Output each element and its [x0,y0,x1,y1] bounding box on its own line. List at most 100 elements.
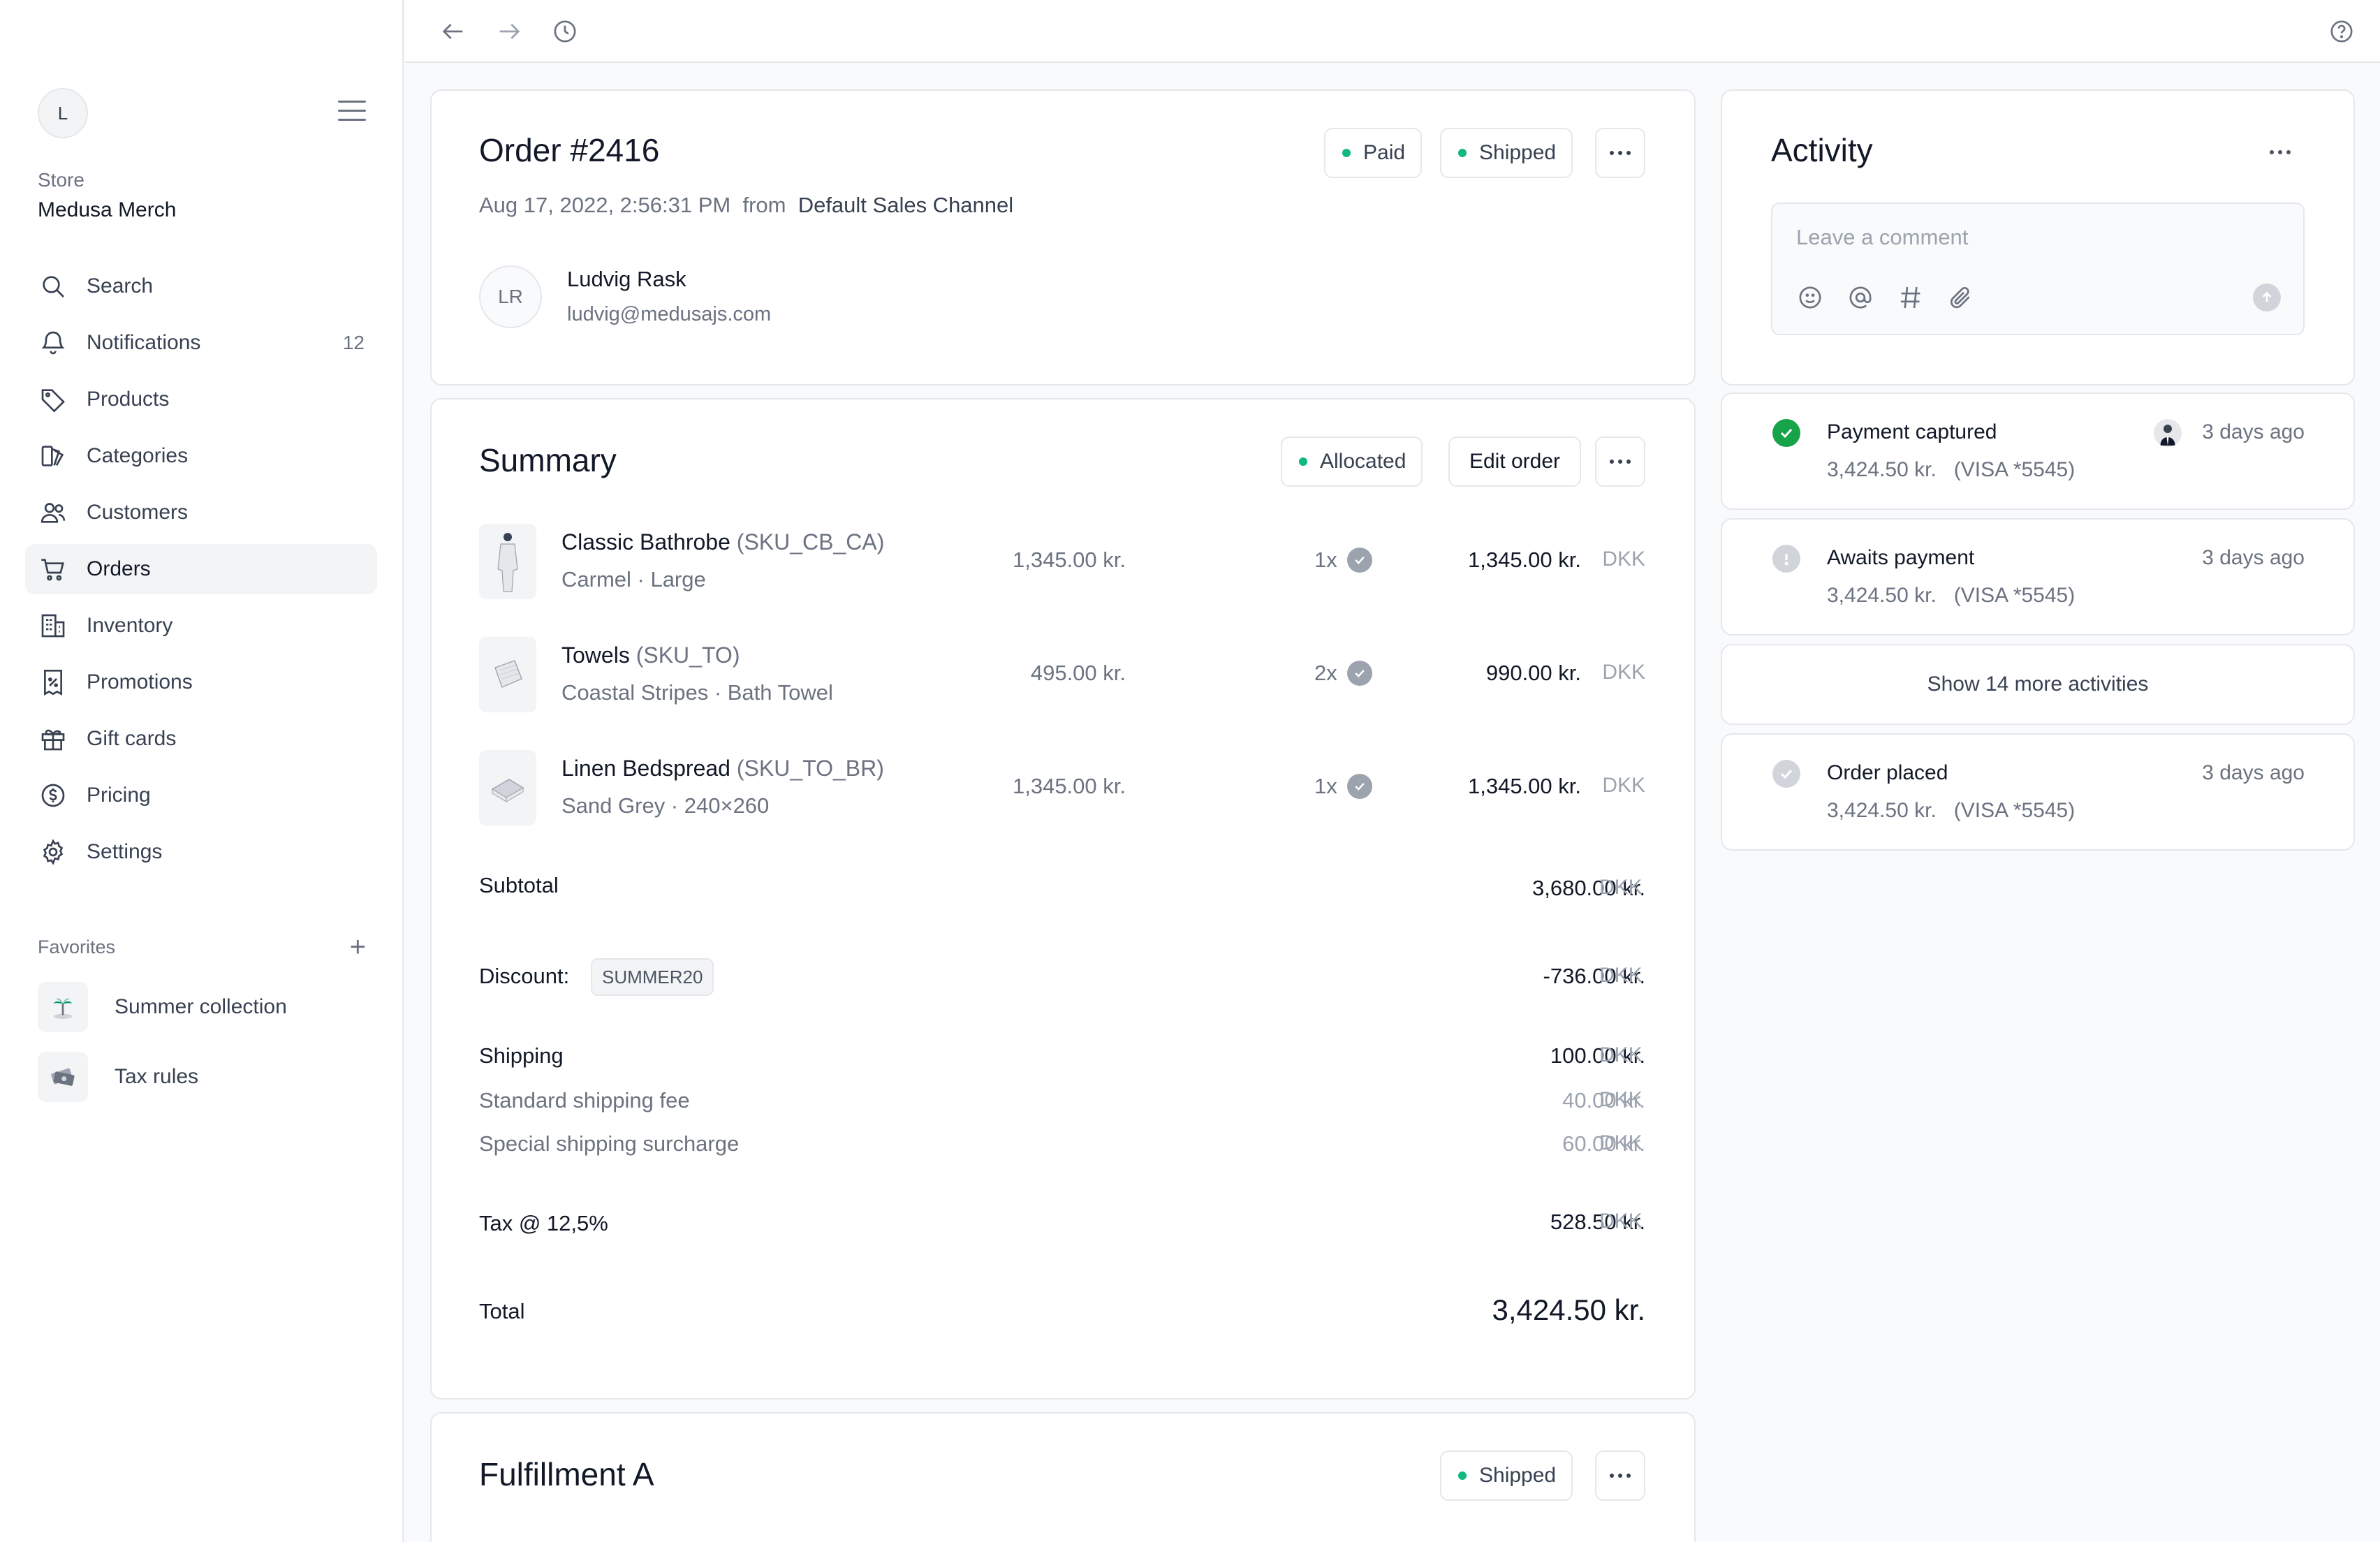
qty-value: 1x [1314,548,1337,572]
top-bar [405,0,2380,63]
favorite-label: Tax rules [115,1065,199,1088]
check-circle-icon [1772,419,1800,447]
check-circle-icon [1346,774,1372,799]
tag-icon [38,384,68,415]
item-currency: DKK [1602,661,1645,684]
special-shipping-currency: DKK [1599,1131,1643,1154]
sidebar-item-products[interactable]: Products [25,374,377,425]
item-total: 990.00 kr. [1485,661,1581,685]
sidebar-item-label: Inventory [87,614,173,637]
item-title: Classic Bathrobe [561,529,730,555]
item-sku: (SKU_TO) [636,642,740,668]
subtotal-currency: DKK [1599,876,1643,899]
customer-name[interactable]: Ludvig Rask [567,267,686,292]
comment-input[interactable]: Leave a comment [1771,203,2305,335]
store-avatar[interactable]: L [38,88,88,138]
activity-event-title: Order placed [1827,761,1948,784]
attachment-icon[interactable] [1946,282,1976,313]
item-currency: DKK [1602,774,1645,797]
item-total: 1,345.00 kr. [1467,548,1581,572]
fulfillment-status-badge: Shipped [1440,1451,1573,1501]
item-unit-price: 495.00 kr. [1030,661,1126,685]
item-quantity: 1x [1314,774,1372,799]
order-date: Aug 17, 2022, 2:56:31 PM [479,193,731,217]
activity-more-button[interactable] [2263,138,2298,166]
activity-event-detail: 3,424.50 kr. (VISA *5545) [1827,584,2076,607]
forward-arrow-icon[interactable] [493,15,525,47]
sidebar-nav: Search Notifications 12 Products Categor… [25,261,377,883]
sales-channel[interactable]: Default Sales Channel [798,193,1013,217]
exclamation-circle-icon [1772,545,1800,573]
gift-icon [38,724,68,754]
sidebar-item-label: Categories [87,444,189,467]
line-item-row[interactable]: Linen Bedspread (SKU_TO_BR) Sand Grey · … [479,750,1645,828]
favorite-summer-collection[interactable]: Summer collection [38,982,366,1032]
shipping-label: Shipping [479,1043,564,1068]
badge-label: Allocated [1320,450,1406,473]
order-meta: Aug 17, 2022, 2:56:31 PM from Default Sa… [479,193,1013,218]
comment-placeholder: Leave a comment [1796,225,1969,249]
sidebar-item-promotions[interactable]: Promotions [25,657,377,707]
sidebar-item-settings[interactable]: Settings [25,827,377,877]
badge-label: Shipped [1479,1464,1557,1487]
add-favorite-icon[interactable]: + [350,933,366,961]
status-dot [1458,1471,1467,1480]
mention-icon[interactable] [1845,282,1876,313]
badge-label: Paid [1363,141,1406,164]
activity-event-detail: 3,424.50 kr. (VISA *5545) [1827,799,2076,822]
hashtag-icon[interactable] [1895,282,1926,313]
emoji-icon[interactable] [1795,282,1826,313]
paid-status-badge: Paid [1324,128,1423,178]
item-name: Classic Bathrobe (SKU_CB_CA) [561,529,884,555]
order-title: Order #2416 [479,132,660,168]
help-icon[interactable] [2326,15,2358,47]
order-more-button[interactable] [1595,128,1645,178]
sidebar-item-label: Orders [87,557,151,580]
item-sku: (SKU_TO_BR) [736,756,884,781]
discount-code-badge[interactable]: SUMMER20 [591,958,714,996]
item-currency: DKK [1602,548,1645,571]
total-label: Total [479,1299,525,1323]
back-arrow-icon[interactable] [437,15,469,47]
sidebar-item-pricing[interactable]: Pricing [25,770,377,821]
line-item-row[interactable]: Classic Bathrobe (SKU_CB_CA) Carmel · La… [479,524,1645,602]
activity-event-time: 3 days ago [2202,546,2305,569]
customer-avatar: LR [479,265,542,328]
show-more-activities-button[interactable]: Show 14 more activities [1721,644,2355,725]
line-item-row[interactable]: Towels (SKU_TO) Coastal Stripes · Bath T… [479,637,1645,715]
money-icon [38,1052,88,1102]
activity-event-time: 3 days ago [2202,420,2305,443]
sidebar: L Store Medusa Merch Search Notification… [0,0,404,1542]
sidebar-item-customers[interactable]: Customers [25,487,377,538]
activity-item-order-placed [1721,733,2355,851]
special-shipping-label: Special shipping surcharge [479,1131,740,1156]
discount-label: Discount: [479,964,570,988]
categories-icon [38,441,68,471]
item-sku: (SKU_CB_CA) [736,529,885,555]
search-icon [38,271,68,302]
store-name[interactable]: Medusa Merch [38,198,176,222]
menu-icon[interactable] [338,101,366,126]
sidebar-item-search[interactable]: Search [25,261,377,311]
sidebar-item-categories[interactable]: Categories [25,431,377,481]
sidebar-item-label: Notifications [87,331,201,354]
user-avatar [2154,419,2182,447]
fulfillment-more-button[interactable] [1595,1451,1645,1501]
item-name: Linen Bedspread (SKU_TO_BR) [561,756,884,781]
qty-value: 2x [1314,661,1337,685]
notification-count: 12 [342,332,365,353]
tax-currency: DKK [1599,1210,1643,1233]
item-variant: Sand Grey · 240×260 [561,793,770,818]
send-comment-icon[interactable] [2253,284,2281,311]
edit-order-button[interactable]: Edit order [1448,436,1581,487]
favorite-tax-rules[interactable]: Tax rules [38,1052,366,1102]
product-thumbnail [479,750,536,825]
sidebar-item-gift-cards[interactable]: Gift cards [25,714,377,764]
summary-more-button[interactable] [1595,436,1645,487]
customer-email[interactable]: ludvig@medusajs.com [567,303,771,326]
history-clock-icon[interactable] [549,15,581,47]
check-circle-icon [1772,760,1800,788]
sidebar-item-notifications[interactable]: Notifications 12 [25,318,377,368]
sidebar-item-inventory[interactable]: Inventory [25,601,377,651]
sidebar-item-orders[interactable]: Orders [25,544,377,594]
